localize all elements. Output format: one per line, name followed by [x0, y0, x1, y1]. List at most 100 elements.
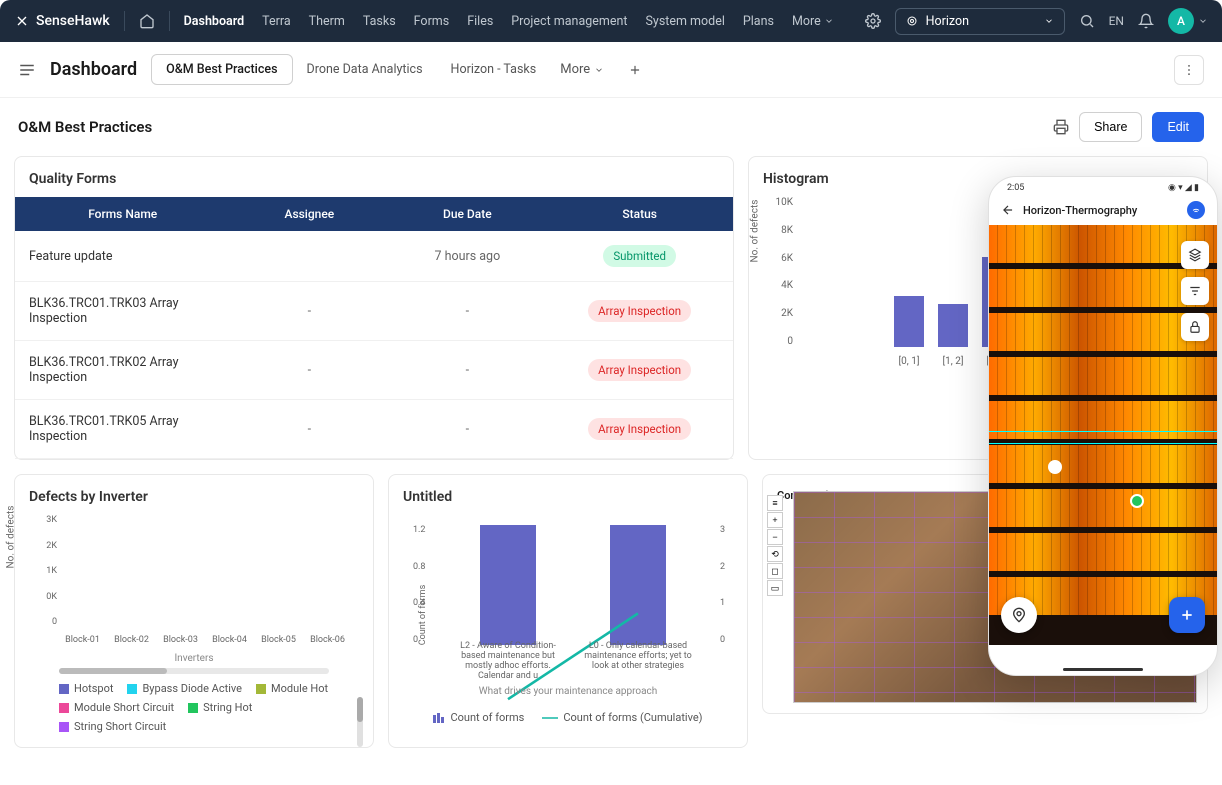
- x-label: L2 - Aware of Condition-based maintenanc…: [448, 641, 568, 681]
- table-row[interactable]: BLK36.TRC01.TRK03 Array Inspection - - A…: [15, 282, 733, 341]
- map-zoom-in[interactable]: +: [767, 512, 783, 528]
- mobile-time: 2:05: [1007, 183, 1024, 193]
- legend-bar: Count of forms: [433, 711, 524, 724]
- wifi-icon[interactable]: [1187, 201, 1205, 219]
- mobile-status-bar: 2:05 ◉ ▾ ◢ ▮: [989, 177, 1217, 195]
- print-icon[interactable]: [1053, 119, 1069, 135]
- cell-assignee: -: [230, 282, 388, 341]
- bar: [938, 304, 968, 348]
- tab-om-best-practices[interactable]: O&M Best Practices: [151, 54, 292, 85]
- chart-scrollbar[interactable]: [59, 668, 329, 674]
- add-tab-button[interactable]: [622, 57, 648, 83]
- nav-more[interactable]: More: [792, 14, 834, 29]
- tab-horizon-tasks[interactable]: Horizon - Tasks: [437, 55, 551, 84]
- cell-due: -: [388, 400, 546, 459]
- project-selector[interactable]: Horizon: [895, 8, 1065, 35]
- status-badge: Array Inspection: [588, 359, 691, 381]
- search-icon[interactable]: [1079, 13, 1095, 29]
- home-indicator: [1063, 668, 1143, 671]
- brand-logo[interactable]: SenseHawk: [14, 13, 110, 29]
- tabs-more[interactable]: More: [550, 55, 614, 84]
- nav-divider: [124, 11, 125, 31]
- user-menu[interactable]: A: [1168, 8, 1208, 34]
- cell-name: Feature update: [15, 231, 230, 282]
- nav-dashboard[interactable]: Dashboard: [184, 14, 245, 29]
- more-vertical-icon: [1182, 63, 1196, 77]
- x-tick: [1, 2]: [938, 356, 968, 367]
- logo-icon: [14, 13, 30, 29]
- lock-button[interactable]: [1181, 313, 1209, 341]
- map-tool[interactable]: ◻: [767, 563, 783, 579]
- bar-icon: [433, 713, 445, 723]
- map-layers-button[interactable]: ≡: [767, 495, 783, 511]
- cell-status: Submitted: [546, 231, 733, 282]
- cell-assignee: [230, 231, 388, 282]
- mobile-title: Horizon-Thermography: [1023, 204, 1137, 217]
- x-tick: Block-06: [306, 635, 349, 645]
- settings-icon[interactable]: [865, 13, 881, 29]
- cell-name: BLK36.TRC01.TRK03 Array Inspection: [15, 282, 230, 341]
- col-status[interactable]: Status: [546, 197, 733, 231]
- legend-scrollbar[interactable]: [357, 697, 363, 747]
- nav-links: Dashboard Terra Therm Tasks Forms Files …: [184, 14, 834, 29]
- untitled-chart: Count of forms 1.20.80.40 3210 L2 - Awar…: [403, 515, 733, 705]
- table-row[interactable]: BLK36.TRC01.TRK05 Array Inspection - - A…: [15, 400, 733, 459]
- page-title: Dashboard: [50, 59, 137, 80]
- bar: [894, 296, 924, 347]
- quality-forms-table: Forms Name Assignee Due Date Status Feat…: [15, 197, 733, 459]
- back-icon[interactable]: [1001, 203, 1015, 217]
- add-button[interactable]: [1169, 597, 1205, 633]
- layers-button[interactable]: [1181, 241, 1209, 269]
- bell-icon[interactable]: [1138, 13, 1154, 29]
- nav-tasks[interactable]: Tasks: [363, 14, 396, 29]
- language-toggle[interactable]: EN: [1109, 14, 1124, 28]
- card-title: Untitled: [403, 489, 733, 505]
- table-row[interactable]: BLK36.TRC01.TRK02 Array Inspection - - A…: [15, 341, 733, 400]
- legend-item: Bypass Diode Active: [127, 682, 242, 695]
- chart-legend: Count of forms Count of forms (Cumulativ…: [403, 711, 733, 724]
- x-tick: Block-01: [61, 635, 104, 645]
- legend-item: Module Short Circuit: [59, 701, 174, 714]
- x-label: L0 - Only calendar-based maintenance eff…: [578, 641, 698, 681]
- nav-therm[interactable]: Therm: [309, 14, 345, 29]
- map-zoom-out[interactable]: −: [767, 529, 783, 545]
- bar: [610, 525, 666, 645]
- map-controls: ≡ + − ⟲ ◻ ▭: [767, 495, 783, 596]
- nav-terra[interactable]: Terra: [262, 14, 291, 29]
- cell-assignee: -: [230, 400, 388, 459]
- dashboard-tabs: O&M Best Practices Drone Data Analytics …: [151, 54, 648, 85]
- chevron-down-icon: [824, 16, 834, 26]
- chevron-down-icon: [1198, 16, 1208, 26]
- x-axis-label: Inverters: [29, 653, 359, 664]
- target-icon: [906, 15, 918, 27]
- kebab-menu[interactable]: [1174, 55, 1204, 85]
- nav-files[interactable]: Files: [467, 14, 493, 29]
- map-tool[interactable]: ▭: [767, 580, 783, 596]
- locate-button[interactable]: [1001, 597, 1037, 633]
- nav-system-model[interactable]: System model: [645, 14, 724, 29]
- nav-project-management[interactable]: Project management: [511, 14, 627, 29]
- mobile-side-controls: [1181, 241, 1209, 341]
- nav-forms[interactable]: Forms: [414, 14, 450, 29]
- chart-legend: HotspotBypass Diode ActiveModule HotModu…: [59, 682, 359, 733]
- nav-plans[interactable]: Plans: [743, 14, 774, 29]
- table-row[interactable]: Feature update 7 hours ago Submitted: [15, 231, 733, 282]
- table-header-row: Forms Name Assignee Due Date Status: [15, 197, 733, 231]
- edit-button[interactable]: Edit: [1152, 112, 1204, 142]
- col-due-date[interactable]: Due Date: [388, 197, 546, 231]
- tab-drone-data[interactable]: Drone Data Analytics: [293, 55, 437, 84]
- thermal-view[interactable]: [989, 225, 1217, 645]
- nav-divider: [169, 11, 170, 31]
- map-reset[interactable]: ⟲: [767, 546, 783, 562]
- home-icon[interactable]: [139, 13, 155, 29]
- legend-item: String Hot: [188, 701, 252, 714]
- nav-right: Horizon EN A: [865, 8, 1208, 35]
- chevron-down-icon: [594, 65, 604, 75]
- share-button[interactable]: Share: [1079, 112, 1142, 142]
- mobile-preview: 2:05 ◉ ▾ ◢ ▮ Horizon-Thermography: [988, 176, 1218, 676]
- menu-icon[interactable]: [18, 61, 36, 79]
- plus-icon: [628, 63, 642, 77]
- col-assignee[interactable]: Assignee: [230, 197, 388, 231]
- filter-button[interactable]: [1181, 277, 1209, 305]
- col-forms-name[interactable]: Forms Name: [15, 197, 230, 231]
